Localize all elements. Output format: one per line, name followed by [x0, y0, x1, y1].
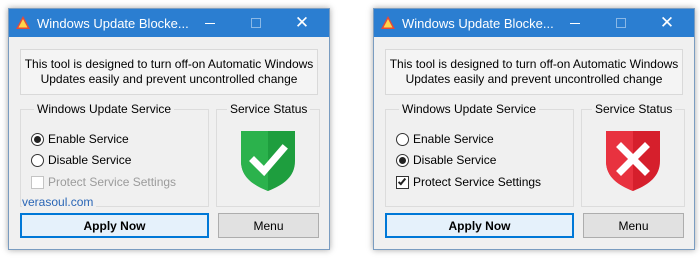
- menu-button[interactable]: Menu: [583, 213, 684, 238]
- maximize-button[interactable]: [598, 9, 644, 37]
- enable-service-radio[interactable]: Enable Service: [31, 131, 129, 147]
- status-group: Service Status: [216, 102, 320, 207]
- close-button[interactable]: ✕: [279, 9, 325, 37]
- maximize-icon: [251, 18, 261, 28]
- description-line-1: This tool is designed to turn off-on Aut…: [24, 57, 314, 71]
- disable-service-radio[interactable]: Disable Service: [31, 152, 131, 168]
- protect-settings-checkbox: Protect Service Settings: [31, 174, 176, 190]
- checkbox-disabled: [31, 175, 44, 189]
- green-shield-check-icon: [241, 131, 295, 191]
- app-window-disabled: Windows Update Blocke... ✕ This tool is …: [373, 8, 695, 250]
- disable-service-label: Disable Service: [48, 153, 132, 167]
- disable-service-radio[interactable]: Disable Service: [396, 152, 496, 168]
- title-bar[interactable]: Windows Update Blocke... ✕: [374, 9, 694, 37]
- window-title: Windows Update Blocke...: [402, 16, 554, 31]
- radio-selected[interactable]: [31, 132, 44, 146]
- enable-service-label: Enable Service: [413, 132, 494, 146]
- app-window-enabled: Windows Update Blocke... ✕ This tool is …: [8, 8, 330, 250]
- menu-button[interactable]: Menu: [218, 213, 319, 238]
- status-group-label: Service Status: [592, 102, 676, 116]
- radio-unselected[interactable]: [31, 153, 44, 167]
- minimize-icon: [205, 22, 215, 24]
- app-icon: [16, 16, 30, 29]
- disable-service-label: Disable Service: [413, 153, 497, 167]
- title-bar[interactable]: Windows Update Blocke... ✕: [9, 9, 329, 37]
- radio-selected[interactable]: [396, 153, 409, 167]
- close-button[interactable]: ✕: [644, 9, 690, 37]
- minimize-icon: [570, 22, 580, 24]
- radio-unselected[interactable]: [396, 132, 409, 146]
- service-group-label: Windows Update Service: [399, 102, 540, 116]
- service-group: Windows Update Service Enable Service Di…: [385, 102, 574, 207]
- minimize-button[interactable]: [552, 9, 598, 37]
- service-group: Windows Update Service Enable Service Di…: [20, 102, 209, 207]
- red-shield-x-icon: [606, 131, 660, 191]
- app-icon: [381, 16, 395, 29]
- service-group-label: Windows Update Service: [34, 102, 175, 116]
- maximize-icon: [616, 18, 626, 28]
- apply-now-button[interactable]: Apply Now: [20, 213, 209, 238]
- maximize-button[interactable]: [233, 9, 279, 37]
- protect-settings-checkbox[interactable]: Protect Service Settings: [396, 174, 541, 190]
- description-box: This tool is designed to turn off-on Aut…: [385, 49, 683, 95]
- status-group: Service Status: [581, 102, 685, 207]
- window-title: Windows Update Blocke...: [37, 16, 189, 31]
- description-line-1: This tool is designed to turn off-on Aut…: [389, 57, 679, 71]
- description-line-2: Updates easily and prevent uncontrolled …: [40, 72, 298, 86]
- description-box: This tool is designed to turn off-on Aut…: [20, 49, 318, 95]
- close-icon: ✕: [659, 13, 675, 32]
- enable-service-label: Enable Service: [48, 132, 129, 146]
- status-group-label: Service Status: [227, 102, 311, 116]
- description-line-2: Updates easily and prevent uncontrolled …: [405, 72, 663, 86]
- minimize-button[interactable]: [187, 9, 233, 37]
- protect-settings-label: Protect Service Settings: [48, 175, 177, 189]
- protect-settings-label: Protect Service Settings: [413, 175, 542, 189]
- credit-link[interactable]: verasoul.com: [22, 195, 97, 209]
- checkbox-checked[interactable]: [396, 175, 409, 189]
- apply-now-button[interactable]: Apply Now: [385, 213, 574, 238]
- enable-service-radio[interactable]: Enable Service: [396, 131, 494, 147]
- close-icon: ✕: [294, 13, 310, 32]
